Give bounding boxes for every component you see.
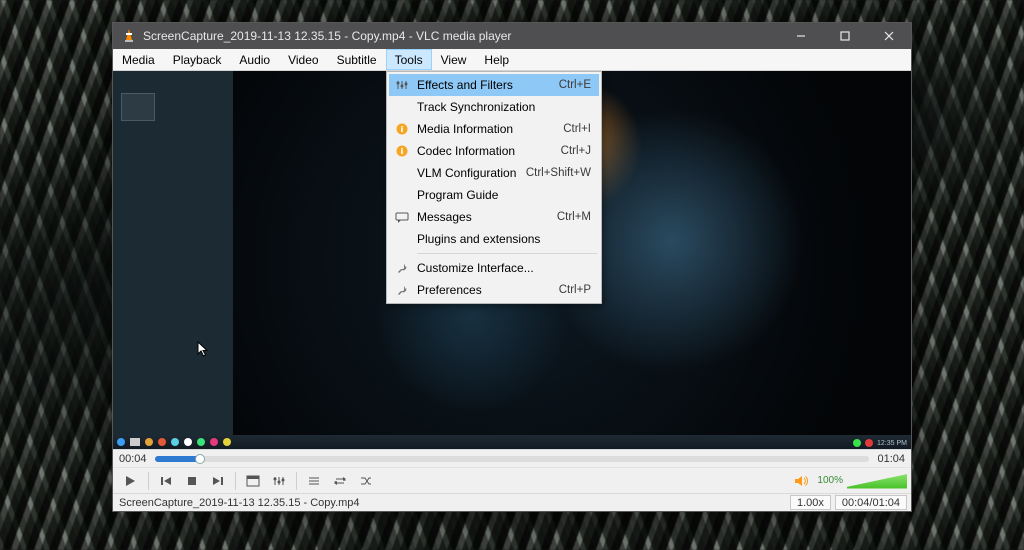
close-button[interactable]	[867, 23, 911, 49]
recorded-desktop-icon	[121, 93, 155, 121]
window-title: ScreenCapture_2019-11-13 12.35.15 - Copy…	[143, 29, 779, 43]
menu-subtitle[interactable]: Subtitle	[328, 49, 386, 70]
elapsed-time[interactable]: 00:04	[119, 453, 147, 465]
menu-view[interactable]: View	[432, 49, 476, 70]
menu-item-accel: Ctrl+P	[559, 284, 591, 296]
play-button[interactable]	[117, 470, 143, 492]
next-button[interactable]	[206, 470, 230, 492]
mute-button[interactable]	[789, 470, 813, 492]
sliders-icon	[389, 79, 415, 91]
tools-item-vlm-configuration[interactable]: VLM ConfigurationCtrl+Shift+W	[389, 162, 599, 184]
menu-item-label: Effects and Filters	[415, 78, 559, 92]
menu-item-accel: Ctrl+M	[557, 211, 591, 223]
wrench-icon	[389, 262, 415, 274]
info-icon	[389, 123, 415, 135]
menubar: MediaPlaybackAudioVideoSubtitleToolsView…	[113, 49, 911, 71]
loop-button[interactable]	[328, 470, 352, 492]
playlist-button[interactable]	[302, 470, 326, 492]
msg-icon	[389, 211, 415, 223]
video-area[interactable]: 12:35 PM Effects and FiltersCtrl+E Track …	[113, 71, 911, 449]
seek-bar[interactable]	[155, 456, 870, 462]
tools-item-customize-interface[interactable]: Customize Interface...	[389, 257, 599, 279]
menu-item-accel: Ctrl+I	[563, 123, 591, 135]
menu-playback[interactable]: Playback	[164, 49, 231, 70]
menu-item-label: Media Information	[415, 122, 563, 136]
status-filename: ScreenCapture_2019-11-13 12.35.15 - Copy…	[117, 497, 786, 509]
cursor-icon	[197, 341, 209, 357]
recorded-desktop	[113, 71, 233, 449]
menu-tools[interactable]: Tools	[386, 49, 432, 70]
previous-button[interactable]	[154, 470, 178, 492]
tools-item-track-synchronization[interactable]: Track Synchronization	[389, 96, 599, 118]
seek-bar-row: 00:04 01:04	[113, 449, 911, 467]
tools-item-plugins-and-extensions[interactable]: Plugins and extensions	[389, 228, 599, 250]
vlc-icon	[121, 28, 137, 44]
info-icon	[389, 145, 415, 157]
menu-item-accel: Ctrl+J	[561, 145, 591, 157]
minimize-button[interactable]	[779, 23, 823, 49]
menu-item-label: Codec Information	[415, 144, 561, 158]
menu-help[interactable]: Help	[475, 49, 518, 70]
tools-item-preferences[interactable]: PreferencesCtrl+P	[389, 279, 599, 301]
menu-item-label: VLM Configuration	[415, 166, 526, 180]
seek-fill	[155, 456, 200, 462]
statusbar: ScreenCapture_2019-11-13 12.35.15 - Copy…	[113, 493, 911, 511]
menu-item-accel: Ctrl+Shift+W	[526, 167, 591, 179]
menu-item-label: Plugins and extensions	[415, 232, 591, 246]
maximize-button[interactable]	[823, 23, 867, 49]
status-speed[interactable]: 1.00x	[790, 495, 831, 510]
tools-item-effects-and-filters[interactable]: Effects and FiltersCtrl+E	[389, 74, 599, 96]
tools-item-messages[interactable]: MessagesCtrl+M	[389, 206, 599, 228]
wrench-icon	[389, 284, 415, 296]
menu-item-accel: Ctrl+E	[559, 79, 591, 91]
menu-item-label: Customize Interface...	[415, 261, 591, 275]
fullscreen-button[interactable]	[241, 470, 265, 492]
recorded-taskbar: 12:35 PM	[113, 435, 911, 449]
status-time[interactable]: 00:04/01:04	[835, 495, 907, 510]
seek-knob[interactable]	[195, 454, 205, 464]
shuffle-button[interactable]	[354, 470, 378, 492]
playback-controls: 100%	[113, 467, 911, 493]
menu-item-label: Program Guide	[415, 188, 591, 202]
tools-item-codec-information[interactable]: Codec InformationCtrl+J	[389, 140, 599, 162]
menu-audio[interactable]: Audio	[230, 49, 279, 70]
menu-video[interactable]: Video	[279, 49, 327, 70]
tools-item-program-guide[interactable]: Program Guide	[389, 184, 599, 206]
volume-slider[interactable]	[847, 473, 907, 489]
menu-media[interactable]: Media	[113, 49, 164, 70]
tools-item-media-information[interactable]: Media InformationCtrl+I	[389, 118, 599, 140]
total-time[interactable]: 01:04	[877, 453, 905, 465]
volume-label: 100%	[817, 475, 843, 486]
extended-settings-button[interactable]	[267, 470, 291, 492]
vlc-window: ScreenCapture_2019-11-13 12.35.15 - Copy…	[112, 22, 912, 512]
stop-button[interactable]	[180, 470, 204, 492]
menu-item-label: Preferences	[415, 283, 559, 297]
menu-item-label: Track Synchronization	[415, 100, 591, 114]
menu-separator	[417, 253, 597, 254]
titlebar[interactable]: ScreenCapture_2019-11-13 12.35.15 - Copy…	[113, 23, 911, 49]
menu-item-label: Messages	[415, 210, 557, 224]
tools-menu-dropdown: Effects and FiltersCtrl+E Track Synchroni…	[386, 71, 602, 304]
